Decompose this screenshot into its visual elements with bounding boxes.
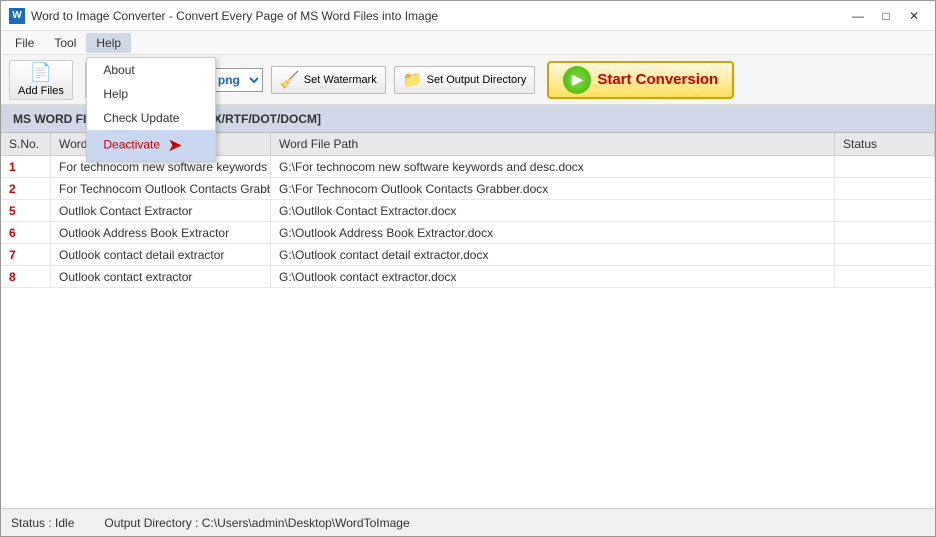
table-row[interactable]: 8 Outlook contact extractor G:\Outlook c… [1,266,935,288]
col-sno: S.No. [1,133,51,155]
cell-path: G:\Outlook contact detail extractor.docx [271,244,835,265]
cell-name: Outllok Contact Extractor [51,200,271,221]
help-dropdown: About Help Check Update Deactivate ➤ [86,57,216,162]
output-label: Output Directory : [104,516,198,530]
cell-path: G:\Outlook contact extractor.docx [271,266,835,287]
cell-name: Outlook contact detail extractor [51,244,271,265]
folder-icon: 📁 [403,70,423,90]
cell-name: Outlook contact extractor [51,266,271,287]
cell-sno: 5 [1,200,51,221]
menu-deactivate[interactable]: Deactivate ➤ [87,130,215,161]
cell-name: For Technocom Outlook Contacts Grabber [51,178,271,199]
format-select[interactable]: png jpg bmp gif tiff [211,68,263,92]
output-value: C:\Users\admin\Desktop\WordToImage [202,516,410,530]
cell-path: G:\Outllok Contact Extractor.docx [271,200,835,221]
broom-icon: 🧹 [280,70,300,90]
table-row[interactable]: 6 Outlook Address Book Extractor G:\Outl… [1,222,935,244]
title-bar: W Word to Image Converter - Convert Ever… [1,1,935,31]
table-row[interactable]: 7 Outlook contact detail extractor G:\Ou… [1,244,935,266]
cell-status [835,200,935,221]
cell-sno: 7 [1,244,51,265]
col-path: Word File Path [271,133,835,155]
cell-status [835,222,935,243]
window-title: Word to Image Converter - Convert Every … [31,9,438,23]
start-conversion-button[interactable]: ▶ Start Conversion [547,61,734,99]
cell-sno: 8 [1,266,51,287]
cell-status [835,266,935,287]
menu-check-update[interactable]: Check Update [87,106,215,130]
menu-tool[interactable]: Tool [44,33,86,53]
set-watermark-button[interactable]: 🧹 Set Watermark [271,66,386,94]
menu-bar: File Tool Help About Help Check Update D… [1,31,935,55]
table-body: 1 For technocom new software keywords an… [1,156,935,508]
cell-sno: 6 [1,222,51,243]
cell-status [835,156,935,177]
play-icon: ▶ [563,66,591,94]
cell-status [835,178,935,199]
cell-path: G:\Outlook Address Book Extractor.docx [271,222,835,243]
cell-sno: 2 [1,178,51,199]
close-button[interactable]: ✕ [901,5,927,27]
menu-about[interactable]: About [87,58,215,82]
cell-name: Outlook Address Book Extractor [51,222,271,243]
set-output-directory-button[interactable]: 📁 Set Output Directory [394,66,536,94]
add-files-button[interactable]: 📄 Add Files [9,60,73,100]
deactivate-arrow: ➤ [167,135,182,156]
status-value: Idle [55,516,74,530]
table-row[interactable]: 5 Outllok Contact Extractor G:\Outllok C… [1,200,935,222]
cell-status [835,244,935,265]
menu-help[interactable]: Help About Help Check Update Deactivate … [86,33,131,53]
app-icon: W [9,8,25,24]
menu-file[interactable]: File [5,33,44,53]
menu-help-item[interactable]: Help [87,82,215,106]
add-files-icon: 📄 [30,62,52,83]
cell-path: G:\For technocom new software keywords a… [271,156,835,177]
minimize-button[interactable]: — [845,5,871,27]
status-label: Status : [11,516,52,530]
status-bar: Status : Idle Output Directory : C:\User… [1,508,935,536]
col-status: Status [835,133,935,155]
cell-sno: 1 [1,156,51,177]
main-window: W Word to Image Converter - Convert Ever… [0,0,936,537]
cell-path: G:\For Technocom Outlook Contacts Grabbe… [271,178,835,199]
maximize-button[interactable]: □ [873,5,899,27]
table-row[interactable]: 2 For Technocom Outlook Contacts Grabber… [1,178,935,200]
